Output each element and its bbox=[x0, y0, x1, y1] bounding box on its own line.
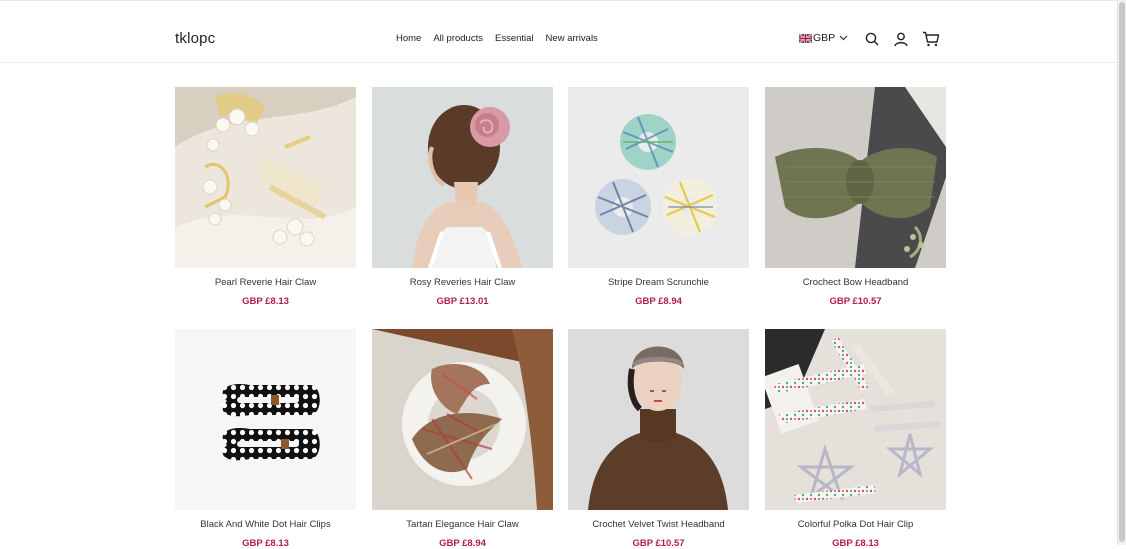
product-card[interactable]: Crochet Velvet Twist Headband GBP £10.57 bbox=[568, 329, 749, 549]
page: tklopc Home All products Essential New a… bbox=[0, 0, 1117, 549]
product-name[interactable]: Black And White Dot Hair Clips bbox=[175, 519, 356, 531]
product-name[interactable]: Crochect Bow Headband bbox=[765, 277, 946, 289]
product-image[interactable] bbox=[372, 87, 553, 268]
account-icon[interactable] bbox=[893, 31, 909, 47]
product-card[interactable]: Crochect Bow Headband GBP £10.57 bbox=[765, 87, 946, 307]
product-name[interactable]: Pearl Reverie Hair Claw bbox=[175, 277, 356, 289]
nav-all-products[interactable]: All products bbox=[433, 33, 483, 44]
product-card[interactable]: Stripe Dream Scrunchie GBP £8.94 bbox=[568, 87, 749, 307]
product-name[interactable]: Tartan Elegance Hair Claw bbox=[372, 519, 553, 531]
nav-home[interactable]: Home bbox=[396, 33, 421, 44]
product-price: GBP £8.13 bbox=[832, 538, 879, 549]
product-name[interactable]: Crochet Velvet Twist Headband bbox=[568, 519, 749, 531]
currency-label: GBP bbox=[813, 32, 836, 44]
chevron-down-icon bbox=[839, 35, 848, 41]
product-name[interactable]: Rosy Reveries Hair Claw bbox=[372, 277, 553, 289]
product-card[interactable]: Tartan Elegance Hair Claw GBP £8.94 bbox=[372, 329, 553, 549]
product-image[interactable] bbox=[175, 87, 356, 268]
product-card[interactable]: Rosy Reveries Hair Claw GBP £13.01 bbox=[372, 87, 553, 307]
product-price: GBP £8.13 bbox=[242, 296, 289, 307]
product-image[interactable] bbox=[175, 329, 356, 510]
product-image[interactable] bbox=[568, 87, 749, 268]
product-card[interactable]: Black And White Dot Hair Clips GBP £8.13 bbox=[175, 329, 356, 549]
search-icon[interactable] bbox=[864, 31, 880, 47]
product-card[interactable]: Colorful Polka Dot Hair Clip GBP £8.13 bbox=[765, 329, 946, 549]
product-price: GBP £10.57 bbox=[632, 538, 685, 549]
scrollbar-thumb[interactable] bbox=[1119, 2, 1125, 542]
main-nav: Home All products Essential New arrivals bbox=[396, 33, 598, 44]
product-price: GBP £8.13 bbox=[242, 538, 289, 549]
nav-essential[interactable]: Essential bbox=[495, 33, 534, 44]
product-name[interactable]: Stripe Dream Scrunchie bbox=[568, 277, 749, 289]
uk-flag-icon bbox=[799, 33, 812, 43]
product-card[interactable]: Pearl Reverie Hair Claw GBP £8.13 bbox=[175, 87, 356, 307]
currency-selector[interactable]: GBP bbox=[799, 32, 848, 44]
store-logo[interactable]: tklopc bbox=[175, 30, 215, 47]
product-price: GBP £10.57 bbox=[829, 296, 882, 307]
cart-icon[interactable] bbox=[922, 31, 940, 47]
product-image[interactable] bbox=[372, 329, 553, 510]
nav-new-arrivals[interactable]: New arrivals bbox=[546, 33, 598, 44]
product-price: GBP £13.01 bbox=[436, 296, 489, 307]
product-price: GBP £8.94 bbox=[439, 538, 486, 549]
product-image[interactable] bbox=[568, 329, 749, 510]
scrollbar[interactable] bbox=[1117, 0, 1126, 545]
site-header: tklopc Home All products Essential New a… bbox=[0, 1, 1117, 63]
product-image[interactable] bbox=[765, 87, 946, 268]
product-name[interactable]: Colorful Polka Dot Hair Clip bbox=[765, 519, 946, 531]
product-price: GBP £8.94 bbox=[635, 296, 682, 307]
product-image[interactable] bbox=[765, 329, 946, 510]
